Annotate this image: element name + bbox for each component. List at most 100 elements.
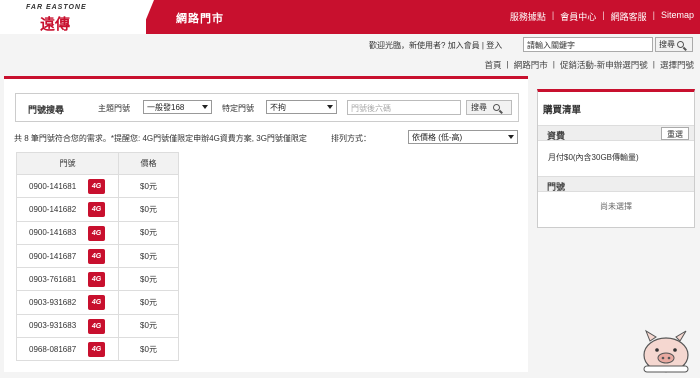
table-row[interactable]: 0968-081687 4G $0元: [16, 337, 179, 362]
nav-separator: |: [602, 10, 605, 20]
table-row[interactable]: 0900-141687 4G $0元: [16, 243, 179, 269]
price-cell: $0元: [118, 313, 179, 339]
phone-number-cell[interactable]: 0900-141687 4G: [16, 243, 119, 269]
price-cell: $0元: [118, 337, 179, 362]
phone-number[interactable]: 0968-081687: [29, 345, 76, 354]
pig-mascot-icon: [643, 329, 689, 373]
chevron-down-icon: [327, 105, 333, 109]
table-row[interactable]: 0900-141681 4G $0元: [16, 173, 179, 199]
theme-number-value: 一般發168: [147, 103, 185, 112]
4g-badge-icon: 4G: [88, 225, 105, 241]
nav-member-center[interactable]: 會員中心: [560, 10, 596, 23]
phone-number[interactable]: 0903-931683: [29, 321, 76, 330]
column-header-number: 門號: [16, 152, 119, 175]
search-icon: [677, 41, 684, 48]
breadcrumb: 首頁 | 網路門市 | 促銷活動-新申辦選門號 | 選擇門號: [484, 59, 694, 71]
price-cell: $0元: [118, 220, 179, 245]
welcome-bar: 歡迎光臨，新使用者? 加入會員 | 登入: [369, 40, 502, 51]
price-cell: $0元: [118, 267, 179, 292]
nav-online-support[interactable]: 網路客服: [611, 10, 647, 23]
4g-badge-icon: 4G: [88, 318, 105, 334]
phone-number-cell[interactable]: 0903-761681 4G: [16, 267, 119, 292]
site-title[interactable]: 網路門市: [176, 10, 224, 26]
main-panel: 門號搜尋 主題門號 一般發168 特定門號 不拘 門號後六碼 搜尋 共 8 筆門…: [4, 76, 528, 372]
cart-plan-header: 資費 重選: [538, 125, 694, 141]
cart-plan-value: 月付$0(內含30GB傳輸量): [548, 153, 639, 162]
breadcrumb-separator: |: [506, 59, 509, 69]
sort-label: 排列方式：: [331, 134, 371, 143]
logo-english: FAR EASTONE: [26, 4, 87, 11]
nav-sitemap[interactable]: Sitemap: [661, 10, 694, 23]
logo[interactable]: FAR EASTONE 遠傳: [0, 0, 146, 34]
phone-number-cell[interactable]: 0903-931683 4G: [16, 313, 119, 339]
shopping-cart-panel: 購買清單 資費 重選 月付$0(內含30GB傳輸量) 門號 尚未選擇: [537, 89, 695, 228]
top-header: FAR EASTONE 遠傳 網路門市 服務據點 | 會員中心 | 網路客服 |…: [0, 0, 700, 34]
price-cell: $0元: [118, 243, 179, 269]
table-row[interactable]: 0903-761681 4G $0元: [16, 267, 179, 292]
price-cell: $0元: [118, 290, 179, 315]
logo-chinese: 遠傳: [40, 15, 71, 33]
phone-number-cell[interactable]: 0903-931682 4G: [16, 290, 119, 315]
login-link[interactable]: 登入: [486, 41, 502, 50]
breadcrumb-current: 選擇門號: [659, 60, 694, 70]
sort-select[interactable]: 依價格 (低-高): [408, 130, 518, 144]
phone-number[interactable]: 0903-931682: [29, 298, 76, 307]
special-number-select[interactable]: 不拘: [266, 100, 337, 114]
table-header-row: 門號 價格: [16, 152, 179, 175]
chevron-down-icon: [508, 135, 514, 139]
top-nav: 服務據點 | 會員中心 | 網路客服 | Sitemap: [510, 10, 694, 23]
phone-number[interactable]: 0900-141681: [29, 182, 76, 191]
last-six-digits-input[interactable]: 門號後六碼: [347, 100, 461, 115]
result-info-text: 共 8 筆門號符合您的需求。*提醒您: 4G門號僅限定申辦4G資費方案, 3G門…: [14, 134, 307, 143]
4g-badge-icon: 4G: [88, 342, 105, 358]
phone-number-cell[interactable]: 0968-081687 4G: [16, 337, 119, 362]
theme-number-select[interactable]: 一般發168: [143, 100, 212, 114]
cart-plan-label: 資費: [547, 131, 566, 141]
nav-separator: |: [551, 10, 555, 20]
number-search-button[interactable]: 搜尋: [466, 100, 512, 115]
breadcrumb-home[interactable]: 首頁: [484, 59, 501, 71]
4g-badge-icon: 4G: [88, 272, 105, 288]
nav-separator: |: [652, 10, 655, 20]
number-search-box: 門號搜尋 主題門號 一般發168 特定門號 不拘 門號後六碼 搜尋: [15, 93, 519, 122]
site-search-button[interactable]: 搜尋: [655, 37, 693, 52]
number-search-button-label: 搜尋: [471, 103, 487, 112]
join-member-link[interactable]: 加入會員: [448, 41, 480, 50]
special-number-label: 特定門號: [222, 104, 254, 113]
number-results-table: 門號 價格 0900-141681 4G $0元 0900-141682 4G $0元 09…: [16, 152, 179, 362]
cart-number-header: 門號: [538, 176, 694, 192]
reset-button[interactable]: 重選: [661, 127, 689, 140]
breadcrumb-separator: |: [652, 59, 655, 69]
4g-badge-icon: 4G: [88, 295, 105, 311]
nav-store-locations[interactable]: 服務據點: [510, 10, 546, 23]
cart-number-value: 尚未選擇: [600, 202, 632, 211]
phone-number[interactable]: 0903-761681: [29, 275, 76, 284]
table-row[interactable]: 0900-141683 4G $0元: [16, 220, 179, 245]
table-row[interactable]: 0900-141682 4G $0元: [16, 197, 179, 222]
phone-number-cell[interactable]: 0900-141683 4G: [16, 220, 119, 245]
breadcrumb-online-store[interactable]: 網路門市: [514, 59, 548, 71]
4g-badge-icon: 4G: [88, 202, 105, 218]
phone-number[interactable]: 0900-141683: [29, 228, 76, 237]
table-row[interactable]: 0903-931683 4G $0元: [16, 313, 179, 339]
table-row[interactable]: 0903-931682 4G $0元: [16, 290, 179, 315]
sort-value: 依價格 (低-高): [412, 133, 463, 142]
site-search-input[interactable]: 請輸入關鍵字: [523, 37, 653, 52]
4g-badge-icon: 4G: [88, 248, 105, 264]
chevron-down-icon: [202, 105, 208, 109]
breadcrumb-promotion[interactable]: 促銷活動-新申辦選門號: [560, 59, 648, 71]
search-icon: [493, 104, 500, 111]
special-number-value: 不拘: [270, 103, 286, 112]
number-search-title: 門號搜尋: [28, 105, 65, 115]
phone-number[interactable]: 0900-141682: [29, 205, 76, 214]
welcome-text: 歡迎光臨，新使用者?: [369, 41, 446, 50]
theme-number-label: 主題門號: [98, 104, 130, 113]
phone-number[interactable]: 0900-141687: [29, 252, 76, 261]
cart-title: 購買清單: [543, 105, 582, 116]
column-header-price: 價格: [118, 152, 179, 175]
phone-number-cell[interactable]: 0900-141682 4G: [16, 197, 119, 222]
phone-number-cell[interactable]: 0900-141681 4G: [16, 173, 119, 199]
welcome-separator: |: [481, 41, 484, 50]
site-search-button-label: 搜尋: [659, 40, 675, 49]
breadcrumb-separator: |: [552, 59, 555, 69]
